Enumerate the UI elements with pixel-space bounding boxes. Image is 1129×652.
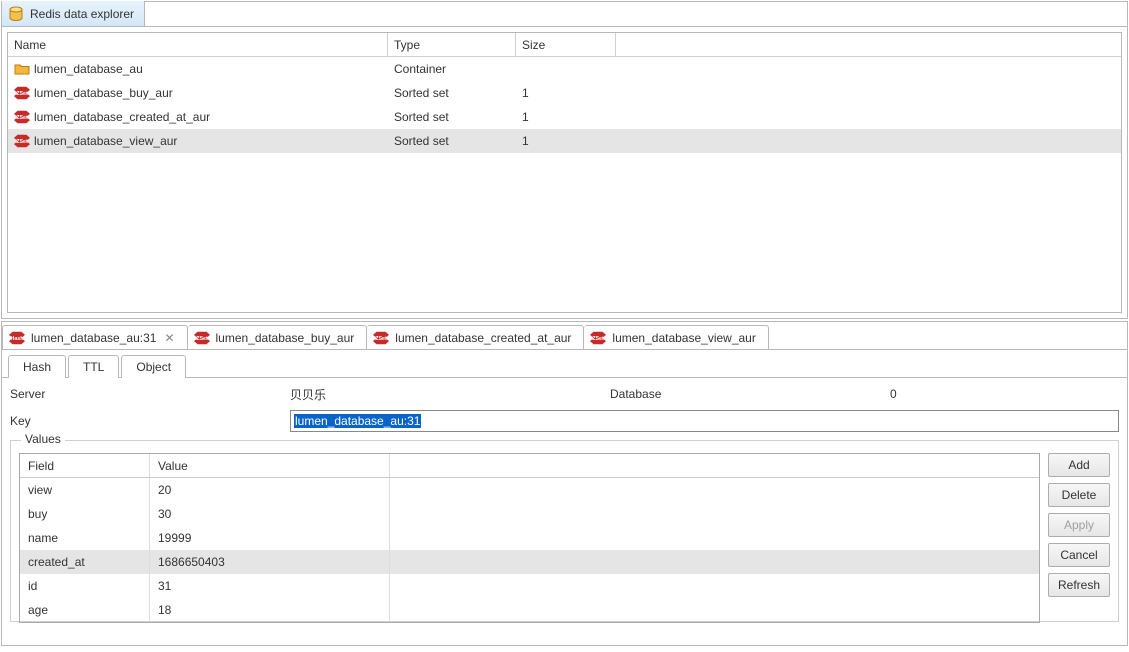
tree-view[interactable]: Name Type Size lumen_database_au Containe… bbox=[7, 32, 1122, 313]
detail-tab-label: lumen_database_au:31 bbox=[31, 331, 156, 345]
tree-row-type: Sorted set bbox=[388, 129, 516, 153]
table-row[interactable]: id31 bbox=[20, 574, 1039, 598]
tree-row-type: Sorted set bbox=[388, 105, 516, 129]
tree-row-size bbox=[516, 57, 616, 81]
subtab-ttl[interactable]: TTL bbox=[68, 355, 119, 378]
explorer-tab-strip: Redis data explorer bbox=[2, 2, 1127, 27]
zset-icon: ZSet bbox=[14, 133, 30, 149]
table-cell-value: 18 bbox=[150, 598, 390, 622]
explorer-tab[interactable]: Redis data explorer bbox=[2, 1, 145, 26]
zset-icon: ZSet bbox=[590, 330, 606, 346]
tree-row[interactable]: ZSet lumen_database_created_at_aur Sorted … bbox=[8, 105, 1121, 129]
database-icon bbox=[8, 6, 24, 22]
server-value: 贝贝乐 bbox=[290, 386, 610, 403]
subtab-hash[interactable]: Hash bbox=[8, 355, 66, 378]
table-cell-value: 31 bbox=[150, 574, 390, 598]
table-cell-field: view bbox=[20, 478, 150, 502]
cancel-button[interactable]: Cancel bbox=[1048, 543, 1110, 567]
detail-tab[interactable]: ZSet lumen_database_view_aur bbox=[584, 325, 768, 349]
close-icon[interactable]: ✕ bbox=[164, 331, 174, 345]
key-label: Key bbox=[10, 414, 290, 428]
values-col-value[interactable]: Value bbox=[150, 454, 390, 477]
detail-tab-strip: Hash lumen_database_au:31 ✕ ZSet lumen_datab… bbox=[2, 322, 1127, 350]
table-row[interactable]: created_at1686650403 bbox=[20, 550, 1039, 574]
table-cell-field: age bbox=[20, 598, 150, 622]
explorer-panel: Redis data explorer Name Type Size lumen… bbox=[1, 1, 1128, 319]
values-fieldset: Values Field Value view20buy30name19999c… bbox=[10, 440, 1119, 622]
delete-button[interactable]: Delete bbox=[1048, 483, 1110, 507]
tree-row[interactable]: ZSet lumen_database_view_aur Sorted set1 bbox=[8, 129, 1121, 153]
detail-tab-label: lumen_database_created_at_aur bbox=[395, 331, 571, 345]
subtab-object[interactable]: Object bbox=[121, 355, 186, 378]
detail-tab[interactable]: Hash lumen_database_au:31 ✕ bbox=[2, 325, 188, 349]
tree-row-name: lumen_database_created_at_aur bbox=[34, 110, 210, 124]
detail-tab-label: lumen_database_buy_aur bbox=[216, 331, 355, 345]
values-col-spacer bbox=[390, 454, 1039, 477]
values-header: Field Value bbox=[20, 454, 1039, 478]
tree-row-size: 1 bbox=[516, 81, 616, 105]
tree-row[interactable]: lumen_database_au Container bbox=[8, 57, 1121, 81]
zset-icon: ZSet bbox=[14, 85, 30, 101]
tree-row-name: lumen_database_au bbox=[34, 62, 143, 76]
table-cell-field: id bbox=[20, 574, 150, 598]
values-col-field[interactable]: Field bbox=[20, 454, 150, 477]
detail-panel: Hash lumen_database_au:31 ✕ ZSet lumen_datab… bbox=[1, 321, 1128, 646]
refresh-button[interactable]: Refresh bbox=[1048, 573, 1110, 597]
table-cell-value: 30 bbox=[150, 502, 390, 526]
zset-icon: ZSet bbox=[373, 330, 389, 346]
key-input-text: lumen_database_au:31 bbox=[294, 414, 421, 428]
tree-row-type: Container bbox=[388, 57, 516, 81]
tree-row-name: lumen_database_view_aur bbox=[34, 134, 177, 148]
table-row[interactable]: name19999 bbox=[20, 526, 1039, 550]
key-input[interactable]: lumen_database_au:31 bbox=[290, 410, 1119, 432]
info-area: Server 贝贝乐 Database 0 Key lumen_database… bbox=[2, 378, 1127, 434]
svg-text:ZSet: ZSet bbox=[16, 91, 28, 97]
col-header-type[interactable]: Type bbox=[388, 33, 516, 56]
tree-row-size: 1 bbox=[516, 105, 616, 129]
table-cell-field: buy bbox=[20, 502, 150, 526]
server-label: Server bbox=[10, 387, 290, 401]
hash-icon: Hash bbox=[9, 330, 25, 346]
svg-text:Hash: Hash bbox=[10, 335, 23, 341]
table-row[interactable]: age18 bbox=[20, 598, 1039, 622]
values-table[interactable]: Field Value view20buy30name19999created_… bbox=[19, 453, 1040, 623]
folder-icon bbox=[14, 61, 30, 77]
svg-text:ZSet: ZSet bbox=[16, 115, 28, 121]
svg-text:ZSet: ZSet bbox=[593, 335, 605, 341]
table-cell-field: created_at bbox=[20, 550, 150, 574]
svg-text:ZSet: ZSet bbox=[196, 335, 208, 341]
table-cell-value: 19999 bbox=[150, 526, 390, 550]
svg-text:ZSet: ZSet bbox=[376, 335, 388, 341]
add-button[interactable]: Add bbox=[1048, 453, 1110, 477]
tree-row[interactable]: ZSet lumen_database_buy_aur Sorted set1 bbox=[8, 81, 1121, 105]
zset-icon: ZSet bbox=[194, 330, 210, 346]
tree-row-size: 1 bbox=[516, 129, 616, 153]
col-header-spacer bbox=[616, 33, 1121, 56]
table-cell-value: 20 bbox=[150, 478, 390, 502]
subtab-strip: Hash TTL Object bbox=[2, 354, 1127, 378]
col-header-size[interactable]: Size bbox=[516, 33, 616, 56]
table-row[interactable]: view20 bbox=[20, 478, 1039, 502]
col-header-name[interactable]: Name bbox=[8, 33, 388, 56]
table-cell-field: name bbox=[20, 526, 150, 550]
zset-icon: ZSet bbox=[14, 109, 30, 125]
tree-wrap: Name Type Size lumen_database_au Containe… bbox=[2, 27, 1127, 318]
action-buttons: Add Delete Apply Cancel Refresh bbox=[1048, 453, 1110, 621]
values-legend: Values bbox=[21, 432, 65, 446]
detail-tab-label: lumen_database_view_aur bbox=[612, 331, 755, 345]
detail-tab[interactable]: ZSet lumen_database_buy_aur bbox=[188, 325, 368, 349]
tree-row-name: lumen_database_buy_aur bbox=[34, 86, 173, 100]
table-row[interactable]: buy30 bbox=[20, 502, 1039, 526]
apply-button[interactable]: Apply bbox=[1048, 513, 1110, 537]
database-label: Database bbox=[610, 387, 890, 401]
tree-header: Name Type Size bbox=[8, 33, 1121, 57]
database-value: 0 bbox=[890, 387, 1119, 401]
detail-tab[interactable]: ZSet lumen_database_created_at_aur bbox=[367, 325, 584, 349]
explorer-tab-label: Redis data explorer bbox=[30, 7, 134, 21]
tree-row-type: Sorted set bbox=[388, 81, 516, 105]
table-cell-value: 1686650403 bbox=[150, 550, 390, 574]
svg-text:ZSet: ZSet bbox=[16, 139, 28, 145]
